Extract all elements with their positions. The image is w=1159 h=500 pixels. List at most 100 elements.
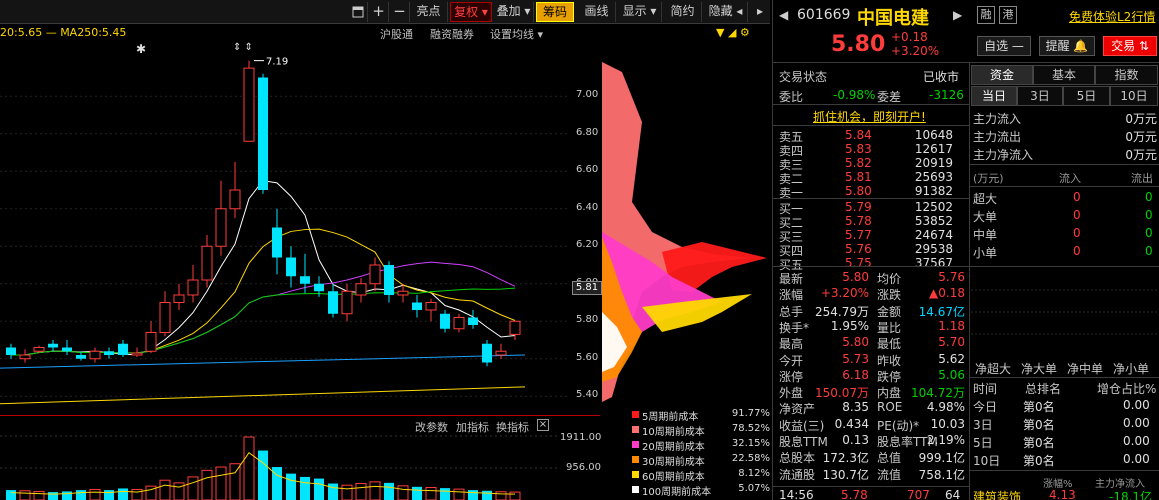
volume-bar bbox=[118, 488, 128, 500]
kline-chart[interactable]: 7.19 bbox=[0, 40, 600, 415]
asks-volume: 12617 bbox=[914, 142, 953, 156]
candle-body bbox=[48, 343, 58, 348]
toolbar-button-hide[interactable]: 隐藏 ◂ bbox=[704, 2, 748, 22]
tab-basic[interactable]: 基本 bbox=[1033, 65, 1095, 85]
candle-body bbox=[286, 257, 296, 277]
tag-hk: 港 bbox=[999, 6, 1017, 24]
candle-body bbox=[131, 352, 143, 356]
fund-row-out: 0 bbox=[1145, 190, 1153, 204]
volume-bar bbox=[397, 485, 409, 500]
minus-icon[interactable]: − bbox=[390, 2, 410, 22]
bid-diff-label: 委差 bbox=[877, 90, 902, 104]
price-tick: 7.00 bbox=[576, 89, 599, 101]
toolbar-button-highlight[interactable]: 亮点 bbox=[410, 2, 448, 22]
asks-price: 5.83 bbox=[845, 142, 872, 156]
toolbar-button-draw[interactable]: 画线 bbox=[578, 2, 616, 22]
rank-head-time: 时间 bbox=[973, 382, 998, 396]
chip-legend-label: 30周期前成本 bbox=[642, 457, 705, 468]
tab-10day[interactable]: 10日 bbox=[1110, 86, 1158, 106]
tab-today[interactable]: 当日 bbox=[971, 86, 1017, 106]
toolbar-button-adjust[interactable]: 复权 ▾ bbox=[450, 2, 492, 22]
stat-label: 流值 bbox=[877, 467, 902, 482]
bids-volume: 12502 bbox=[914, 200, 953, 214]
price-tick: 5.60 bbox=[576, 351, 599, 363]
trade-button[interactable]: 交易 ⇅ bbox=[1103, 36, 1157, 56]
indicator-switch[interactable]: 换指标 bbox=[496, 419, 529, 435]
candle-body bbox=[159, 302, 171, 333]
stat-value: 10.03 bbox=[930, 416, 965, 431]
price-change-pct: +3.20% bbox=[891, 44, 940, 58]
stat-label: 金额 bbox=[877, 304, 902, 319]
plus-icon[interactable]: + bbox=[369, 2, 389, 22]
divider bbox=[773, 62, 1159, 63]
indicator-add[interactable]: 加指标 bbox=[456, 419, 489, 435]
candle-body bbox=[201, 245, 213, 281]
stat-value: 104.72万 bbox=[911, 386, 965, 401]
candle-body bbox=[104, 351, 114, 355]
volume-bar bbox=[328, 483, 338, 500]
volume-bar bbox=[341, 484, 353, 500]
rank-time: 3日 bbox=[973, 418, 993, 432]
volume-bar bbox=[104, 490, 114, 500]
sector-name[interactable]: 建筑装饰 bbox=[973, 488, 1021, 500]
prev-stock-icon[interactable]: ◀ bbox=[779, 8, 788, 22]
expand-icon[interactable]: ▸ bbox=[750, 2, 770, 22]
stock-code: 601669 bbox=[797, 7, 851, 23]
volume-bar bbox=[425, 486, 437, 500]
candle-body bbox=[187, 279, 199, 296]
asks-price: 5.80 bbox=[845, 184, 872, 198]
candle-body bbox=[89, 350, 101, 360]
volume-axis-mid: 956.00 bbox=[566, 462, 601, 473]
stat-value: 2.19% bbox=[926, 433, 965, 447]
volume-chart[interactable] bbox=[0, 435, 570, 500]
fund-row-label: 中单 bbox=[973, 228, 998, 242]
volume-axis-top: 1911.00 bbox=[560, 432, 602, 443]
toolbar-button-chips[interactable]: 筹码 bbox=[536, 2, 574, 22]
divider bbox=[969, 62, 970, 500]
candle-body bbox=[258, 77, 268, 190]
fund-table-unit: (万元) bbox=[973, 172, 1004, 185]
watchlist-button[interactable]: 自选 — bbox=[977, 36, 1031, 56]
alert-button[interactable]: 提醒 🔔 bbox=[1039, 36, 1095, 56]
volume-bar bbox=[412, 486, 422, 500]
next-stock-icon[interactable]: ▶ bbox=[953, 8, 962, 22]
close-icon[interactable]: × bbox=[537, 419, 549, 431]
stat-label: 昨收 bbox=[877, 353, 902, 368]
candle-body bbox=[229, 189, 241, 210]
stat-value: 172.3亿 bbox=[822, 451, 869, 466]
rank-pct: 0.00 bbox=[1123, 398, 1150, 412]
tab-index[interactable]: 指数 bbox=[1095, 65, 1158, 85]
open-account-banner[interactable]: 抓住机会，即刻开户! bbox=[813, 108, 926, 125]
candle-body bbox=[243, 67, 255, 142]
candle-body bbox=[355, 283, 367, 296]
tab-fund[interactable]: 资金 bbox=[971, 65, 1033, 85]
volume-bar bbox=[215, 466, 227, 500]
divider bbox=[773, 125, 969, 126]
toolbar-button-overlay[interactable]: 叠加 ▾ bbox=[494, 2, 534, 22]
tab-5day[interactable]: 5日 bbox=[1063, 86, 1110, 106]
candle-body bbox=[173, 294, 185, 303]
stat-value: 1.18 bbox=[938, 318, 965, 333]
stat-label: 最新 bbox=[779, 272, 804, 286]
indicator-edit-params[interactable]: 改参数 bbox=[415, 419, 448, 435]
candle-body bbox=[33, 347, 45, 352]
candle-body bbox=[453, 317, 465, 330]
net-mid-label: 净中单 bbox=[1067, 362, 1104, 376]
fund-flow-value: 0万元 bbox=[1125, 148, 1157, 162]
toolbar-button-display[interactable]: 显示 ▾ bbox=[618, 2, 662, 22]
chip-legend-item: 30周期前成本 22.58% bbox=[632, 453, 770, 468]
l2-promo-link[interactable]: 免费体验L2行情 bbox=[1069, 8, 1155, 25]
fund-flow-label: 主力流入 bbox=[973, 112, 1022, 126]
stat-value: 999.1亿 bbox=[918, 451, 965, 466]
divider bbox=[969, 470, 1159, 471]
rank-pct: 0.00 bbox=[1123, 452, 1150, 466]
volume-bar bbox=[33, 490, 45, 500]
chip-legend-label: 10周期前成本 bbox=[642, 427, 705, 438]
toolbar-button-simple[interactable]: 简约 bbox=[664, 2, 702, 22]
chip-legend-item: 60周期前成本 8.12% bbox=[632, 468, 770, 483]
window-icon[interactable] bbox=[348, 2, 368, 22]
stat-value: 5.80 bbox=[842, 270, 869, 284]
chip-tool-icons[interactable]: ▼ ◢ ⚙ bbox=[716, 26, 750, 39]
tab-3day[interactable]: 3日 bbox=[1017, 86, 1063, 106]
chip-legend-value: 22.58% bbox=[731, 453, 770, 464]
